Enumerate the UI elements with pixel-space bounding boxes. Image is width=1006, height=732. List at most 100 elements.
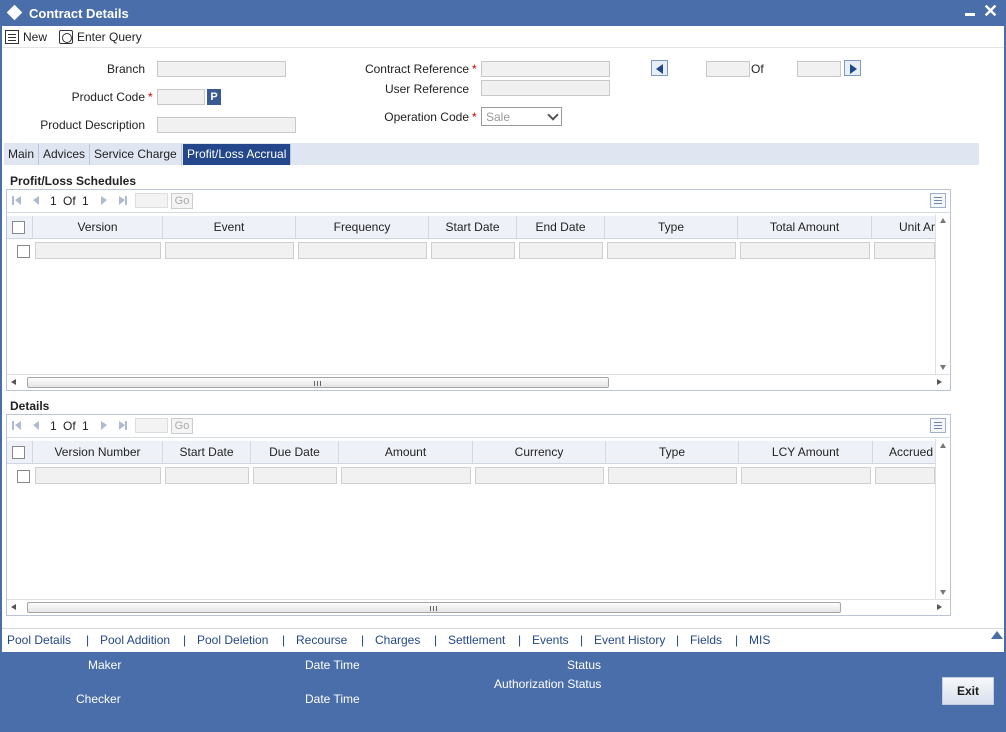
tab-advices[interactable]: Advices bbox=[39, 144, 91, 165]
link-fields[interactable]: Fields bbox=[690, 633, 722, 647]
scrollbar-thumb[interactable] bbox=[27, 377, 609, 388]
scroll-right-icon[interactable] bbox=[937, 379, 942, 385]
checker-label: Checker bbox=[76, 692, 121, 706]
tab-profit-loss-accrual[interactable]: Profit/Loss Accrual bbox=[183, 144, 292, 165]
col-accrued[interactable]: Accrued bbox=[873, 441, 935, 464]
schedules-vertical-scrollbar[interactable] bbox=[935, 214, 950, 374]
col-type[interactable]: Type bbox=[606, 441, 739, 464]
row-checkbox[interactable] bbox=[17, 245, 30, 258]
tab-main[interactable]: Main bbox=[4, 144, 40, 165]
minimize-icon[interactable] bbox=[963, 3, 977, 19]
current-record-field[interactable] bbox=[706, 61, 750, 77]
product-code-field[interactable] bbox=[157, 89, 205, 105]
branch-field[interactable] bbox=[157, 61, 286, 77]
unit-amount-cell[interactable] bbox=[874, 242, 935, 259]
tab-service-charge[interactable]: Service Charge bbox=[90, 144, 182, 165]
event-cell[interactable] bbox=[165, 242, 294, 259]
scroll-up-icon[interactable] bbox=[940, 218, 946, 223]
currency-cell[interactable] bbox=[475, 467, 604, 484]
link-events[interactable]: Events bbox=[532, 633, 569, 647]
next-page-icon[interactable] bbox=[100, 421, 108, 430]
details-horizontal-scrollbar[interactable] bbox=[7, 599, 950, 614]
link-pool-deletion[interactable]: Pool Deletion bbox=[197, 633, 268, 647]
enter-query-button[interactable]: Enter Query bbox=[59, 28, 142, 46]
grip-icon bbox=[314, 381, 321, 386]
next-record-button[interactable] bbox=[844, 60, 861, 76]
details-vertical-scrollbar[interactable] bbox=[935, 439, 950, 599]
scroll-up-icon[interactable] bbox=[940, 443, 946, 448]
new-button[interactable]: New bbox=[5, 28, 47, 46]
schedules-section-title: Profit/Loss Schedules bbox=[10, 174, 137, 188]
previous-record-button[interactable] bbox=[651, 60, 668, 76]
details-go-button[interactable]: Go bbox=[171, 418, 193, 434]
total-amount-cell[interactable] bbox=[740, 242, 870, 259]
scroll-left-icon[interactable] bbox=[11, 604, 16, 610]
col-total-amount[interactable]: Total Amount bbox=[738, 216, 872, 239]
details-goto-page-input[interactable] bbox=[135, 418, 168, 433]
col-event[interactable]: Event bbox=[163, 216, 296, 239]
previous-page-icon[interactable] bbox=[32, 196, 40, 205]
lcy-amount-cell[interactable] bbox=[741, 467, 871, 484]
link-event-history[interactable]: Event History bbox=[594, 633, 665, 647]
amount-cell[interactable] bbox=[341, 467, 471, 484]
exit-button[interactable]: Exit bbox=[942, 677, 994, 705]
product-description-field[interactable] bbox=[157, 117, 296, 133]
col-lcy-amount[interactable]: LCY Amount bbox=[739, 441, 873, 464]
last-page-icon[interactable] bbox=[119, 421, 127, 430]
row-checkbox[interactable] bbox=[17, 470, 30, 483]
query-icon bbox=[59, 30, 73, 44]
link-pool-addition[interactable]: Pool Addition bbox=[100, 633, 170, 647]
last-page-icon[interactable] bbox=[119, 196, 127, 205]
scroll-left-icon[interactable] bbox=[11, 379, 16, 385]
link-charges[interactable]: Charges bbox=[375, 633, 420, 647]
contract-reference-field[interactable] bbox=[481, 61, 610, 77]
operation-code-select[interactable]: Sale bbox=[481, 107, 562, 126]
frequency-cell[interactable] bbox=[298, 242, 427, 259]
previous-page-icon[interactable] bbox=[32, 421, 40, 430]
close-icon[interactable]: ✕ bbox=[983, 1, 999, 21]
first-page-icon[interactable] bbox=[12, 421, 21, 430]
type-cell[interactable] bbox=[608, 467, 737, 484]
link-mis[interactable]: MIS bbox=[749, 633, 770, 647]
col-unit-amount[interactable]: Unit Amount bbox=[872, 216, 935, 239]
due-date-cell[interactable] bbox=[253, 467, 337, 484]
new-document-icon bbox=[5, 30, 19, 44]
first-page-icon[interactable] bbox=[12, 196, 21, 205]
col-due-date[interactable]: Due Date bbox=[251, 441, 339, 464]
col-version[interactable]: Version bbox=[33, 216, 163, 239]
link-recourse[interactable]: Recourse bbox=[296, 633, 347, 647]
schedules-horizontal-scrollbar[interactable] bbox=[7, 374, 950, 389]
user-reference-field[interactable] bbox=[481, 80, 610, 96]
link-separator: | bbox=[183, 633, 187, 647]
col-end-date[interactable]: End Date bbox=[517, 216, 605, 239]
col-start-date[interactable]: Start Date bbox=[429, 216, 517, 239]
details-page-total: 1 bbox=[82, 419, 89, 433]
col-start-date[interactable]: Start Date bbox=[163, 441, 251, 464]
link-separator: | bbox=[282, 633, 286, 647]
accrued-cell[interactable] bbox=[875, 467, 935, 484]
col-currency[interactable]: Currency bbox=[473, 441, 606, 464]
column-settings-icon[interactable] bbox=[930, 418, 946, 433]
collapse-up-icon[interactable] bbox=[990, 629, 1004, 641]
col-amount[interactable]: Amount bbox=[339, 441, 473, 464]
schedules-go-button[interactable]: Go bbox=[171, 193, 193, 209]
scroll-down-icon[interactable] bbox=[940, 590, 946, 595]
col-type[interactable]: Type bbox=[605, 216, 738, 239]
version-number-cell[interactable] bbox=[35, 467, 161, 484]
version-cell[interactable] bbox=[35, 242, 161, 259]
next-page-icon[interactable] bbox=[100, 196, 108, 205]
type-cell[interactable] bbox=[607, 242, 736, 259]
scroll-right-icon[interactable] bbox=[937, 604, 942, 610]
scrollbar-thumb[interactable] bbox=[27, 602, 841, 613]
col-frequency[interactable]: Frequency bbox=[296, 216, 429, 239]
column-settings-icon[interactable] bbox=[930, 193, 946, 208]
scroll-down-icon[interactable] bbox=[940, 365, 946, 370]
product-code-lookup-button[interactable]: P bbox=[207, 89, 221, 105]
link-settlement[interactable]: Settlement bbox=[448, 633, 505, 647]
start-date-cell[interactable] bbox=[165, 467, 249, 484]
schedules-goto-page-input[interactable] bbox=[135, 193, 168, 208]
link-pool-details[interactable]: Pool Details bbox=[7, 633, 71, 647]
col-version-number[interactable]: Version Number bbox=[33, 441, 163, 464]
start-date-cell[interactable] bbox=[431, 242, 515, 259]
end-date-cell[interactable] bbox=[519, 242, 603, 259]
